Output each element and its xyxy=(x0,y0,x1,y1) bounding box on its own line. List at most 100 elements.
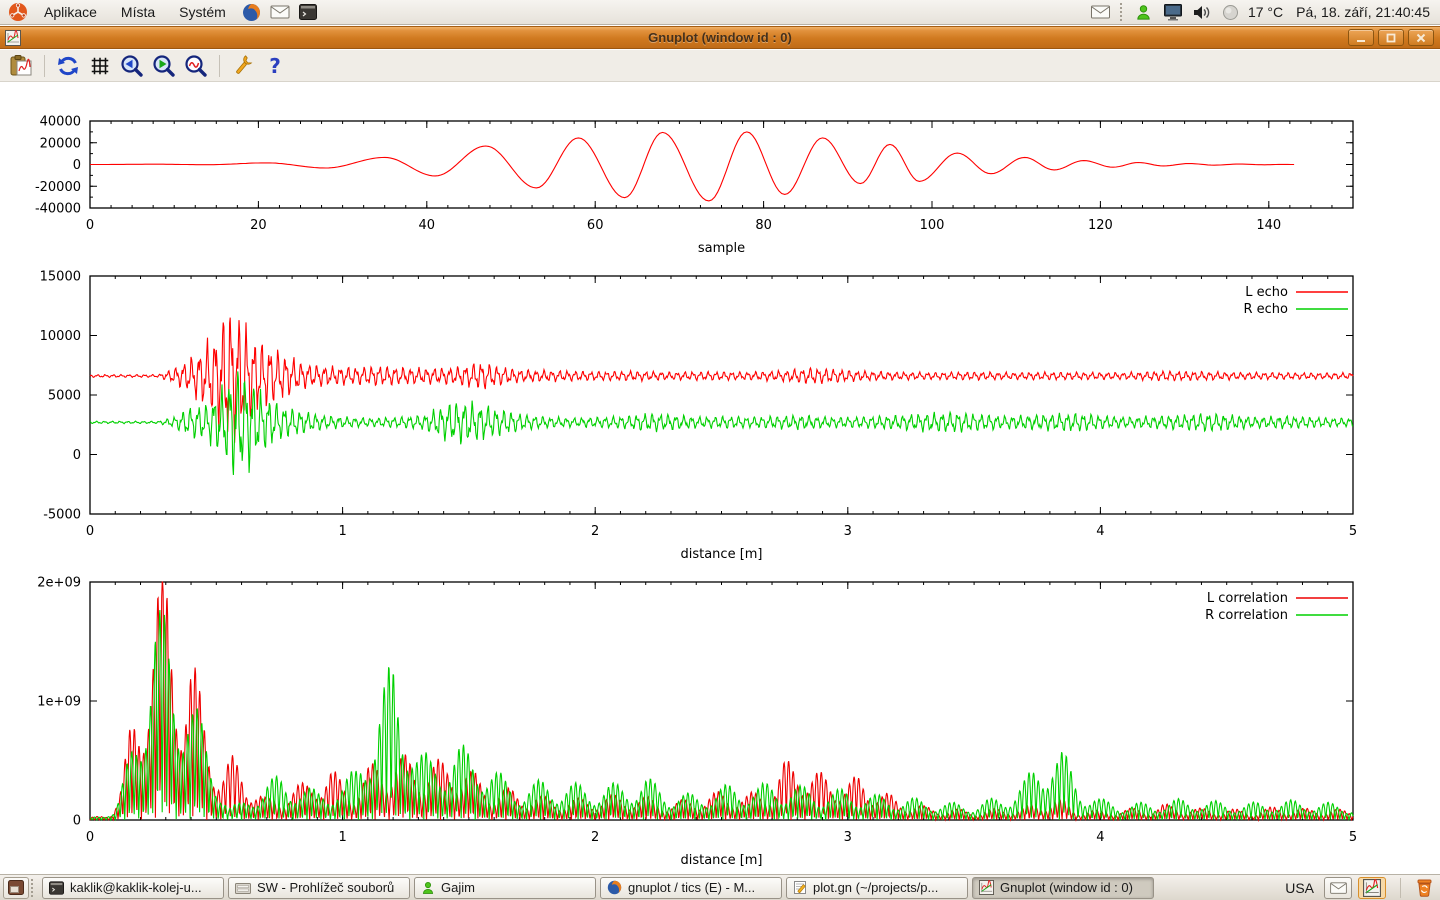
x-tick-label: 5 xyxy=(1349,830,1357,845)
series-line xyxy=(90,132,1294,201)
x-tick-label: 0 xyxy=(86,524,94,539)
close-button[interactable] xyxy=(1408,29,1434,46)
x-axis-label: sample xyxy=(698,241,745,256)
axis-border xyxy=(90,121,1353,208)
menu-places[interactable]: Místa xyxy=(111,2,165,22)
weather-icon[interactable] xyxy=(1219,1,1243,23)
x-tick-label: 80 xyxy=(755,218,772,233)
taskbar-handle[interactable] xyxy=(31,879,36,897)
show-desktop-button[interactable] xyxy=(3,877,29,899)
y-tick-label: 10000 xyxy=(40,329,81,344)
ubuntu-logo-icon[interactable] xyxy=(6,1,30,23)
taskbar-window-button[interactable]: Gnuplot (window id : 0) xyxy=(972,877,1154,899)
x-tick-label: 3 xyxy=(844,524,852,539)
y-tick-label: 40000 xyxy=(40,115,81,130)
x-axis-label: distance [m] xyxy=(680,853,762,868)
axis-border xyxy=(90,276,1353,514)
trash-icon[interactable] xyxy=(1415,878,1434,897)
x-tick-label: 20 xyxy=(250,218,267,233)
svg-text:?: ? xyxy=(269,54,281,78)
window-toolbar: ? xyxy=(0,50,1440,82)
y-tick-label: 0 xyxy=(73,448,81,463)
legend-label: L echo xyxy=(1245,285,1288,300)
taskbar-separator xyxy=(1400,878,1401,898)
y-tick-label: 5000 xyxy=(48,389,81,404)
gajim-icon xyxy=(421,881,435,895)
menu-applications[interactable]: Aplikace xyxy=(34,2,107,22)
taskbar-window-label: gnuplot / tics (E) - M... xyxy=(628,880,755,895)
y-tick-label: 1e+09 xyxy=(37,695,81,710)
task-button-list: kaklik@kaklik-kolej-u... SW - Prohlížeč s… xyxy=(38,877,1154,899)
keyboard-layout-indicator[interactable]: USA xyxy=(1285,880,1314,896)
x-tick-label: 100 xyxy=(920,218,945,233)
maximize-button[interactable] xyxy=(1378,29,1404,46)
x-tick-label: 120 xyxy=(1088,218,1113,233)
minimize-button[interactable] xyxy=(1348,29,1374,46)
settings-wrench-icon[interactable] xyxy=(230,53,256,79)
x-tick-label: 0 xyxy=(86,830,94,845)
menu-system[interactable]: Systém xyxy=(169,2,236,22)
email-icon[interactable] xyxy=(1089,1,1113,23)
x-tick-label: 40 xyxy=(419,218,436,233)
taskbar-window-label: Gajim xyxy=(441,880,475,895)
waveform-plot[interactable]: 0 20 40 60 80 100 120 140 40000 20000 0 -20000 -4000… xyxy=(0,111,1440,261)
y-tick-label: 0 xyxy=(73,158,81,173)
top-panel: Aplikace Místa Systém xyxy=(0,0,1440,25)
taskbar-window-label: Gnuplot (window id : 0) xyxy=(1000,880,1133,895)
tray-handle[interactable] xyxy=(1120,3,1125,21)
taskbar-window-button[interactable]: gnuplot / tics (E) - M... xyxy=(600,877,782,899)
help-icon[interactable]: ? xyxy=(262,53,288,79)
taskbar-window-label: kaklik@kaklik-kolej-u... xyxy=(70,880,202,895)
panel-tray: 17 °C Pá, 18. září, 21:40:45 xyxy=(1089,1,1440,23)
window-titlebar[interactable]: Gnuplot (window id : 0) xyxy=(0,26,1440,49)
series-L correlation xyxy=(90,582,1353,820)
x-tick-label: 60 xyxy=(587,218,604,233)
grid-icon[interactable] xyxy=(87,53,113,79)
temperature-readout[interactable]: 17 °C xyxy=(1248,4,1283,20)
taskbar-window-label: plot.gn (~/projects/p... xyxy=(813,880,938,895)
legend-label: R correlation xyxy=(1205,608,1288,623)
gnuplot-window: Gnuplot (window id : 0) xyxy=(0,25,1440,874)
axis-border xyxy=(90,582,1353,820)
zoom-reset-icon[interactable] xyxy=(183,53,209,79)
x-tick-label: 0 xyxy=(86,218,94,233)
plot-canvas: 02040608010012014040000200000-20000-4000… xyxy=(0,82,1440,874)
text-editor-icon xyxy=(793,880,807,895)
email-icon[interactable] xyxy=(1324,877,1352,899)
taskbar-window-button[interactable]: plot.gn (~/projects/p... xyxy=(786,877,968,899)
series-R echo xyxy=(90,371,1353,475)
refresh-icon[interactable] xyxy=(55,53,81,79)
panel-menus: Aplikace Místa Systém xyxy=(0,1,320,23)
taskbar-right: USA xyxy=(1285,877,1440,899)
y-tick-label: -40000 xyxy=(35,202,81,217)
terminal-icon[interactable] xyxy=(296,1,320,23)
display-icon[interactable] xyxy=(1161,1,1185,23)
x-tick-label: 4 xyxy=(1096,524,1104,539)
correlation-plot[interactable]: 0123452e+091e+090distance [m]L correlati… xyxy=(0,572,1440,872)
taskbar-window-button[interactable]: kaklik@kaklik-kolej-u... xyxy=(42,877,224,899)
copy-plot-icon[interactable] xyxy=(8,53,34,79)
y-tick-label: 2e+09 xyxy=(37,576,81,591)
legend-label: L correlation xyxy=(1207,591,1288,606)
zoom-next-icon[interactable] xyxy=(151,53,177,79)
echo-plot[interactable]: 012345150001000050000-5000distance [m]L … xyxy=(0,266,1440,566)
y-tick-label: 20000 xyxy=(40,136,81,151)
volume-icon[interactable] xyxy=(1190,1,1214,23)
firefox-icon xyxy=(607,880,622,895)
zoom-previous-icon[interactable] xyxy=(119,53,145,79)
taskbar: kaklik@kaklik-kolej-u... SW - Prohlížeč s… xyxy=(0,874,1440,900)
taskbar-window-button[interactable]: SW - Prohlížeč souborů xyxy=(228,877,410,899)
x-tick-label: 5 xyxy=(1349,524,1357,539)
taskbar-window-button[interactable]: Gajim xyxy=(414,877,596,899)
gajim-status-icon[interactable] xyxy=(1132,1,1156,23)
legend-label: R echo xyxy=(1243,302,1288,317)
terminal-icon xyxy=(49,881,64,895)
gnuplot-tray-icon[interactable] xyxy=(1358,877,1386,899)
y-tick-label: -20000 xyxy=(35,180,81,195)
firefox-icon[interactable] xyxy=(240,1,264,23)
x-tick-label: 140 xyxy=(1256,218,1281,233)
email-icon[interactable] xyxy=(268,1,292,23)
toolbar-separator xyxy=(44,55,45,77)
clock[interactable]: Pá, 18. září, 21:40:45 xyxy=(1296,4,1430,20)
window-title: Gnuplot (window id : 0) xyxy=(0,30,1440,45)
